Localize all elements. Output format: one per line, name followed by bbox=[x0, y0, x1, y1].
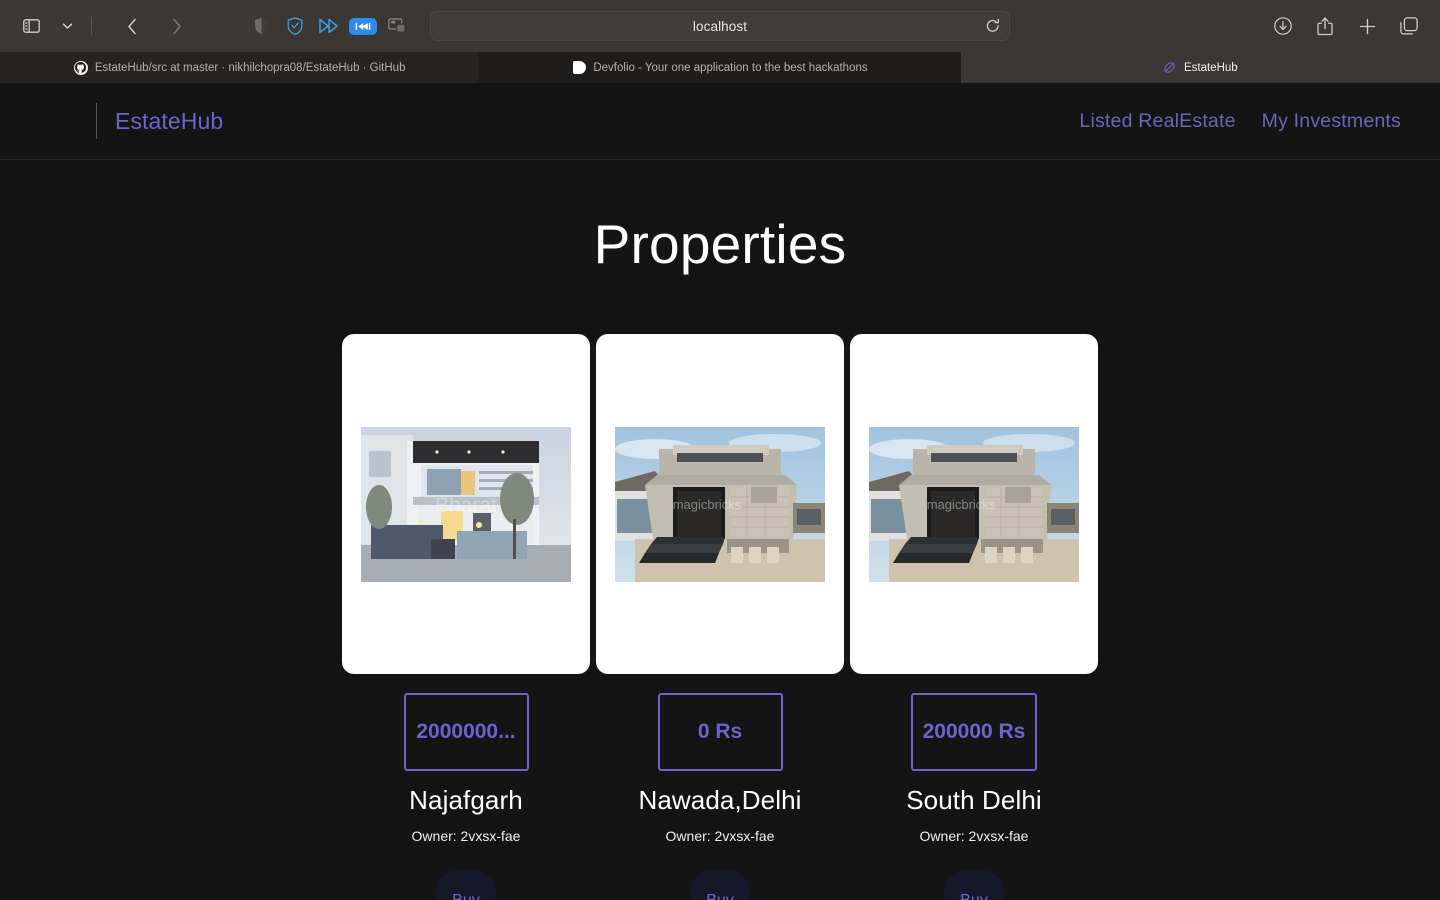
svg-text:magicbricks: magicbricks bbox=[927, 497, 996, 512]
sidebar-icon[interactable] bbox=[14, 11, 48, 41]
properties-list: Bharat 2000000... Najafgarh Owner: 2vxsx… bbox=[0, 334, 1440, 900]
browser-tab[interactable]: EstateHub/src at master · nikhilchopra08… bbox=[0, 52, 481, 83]
buy-button[interactable]: Buy bbox=[944, 870, 1004, 900]
property-image-card[interactable]: magicbricks bbox=[850, 334, 1098, 674]
property-price-box[interactable]: 0 Rs bbox=[657, 693, 783, 771]
brand-logo[interactable]: EstateHub bbox=[96, 103, 223, 139]
address-bar[interactable]: localhost bbox=[430, 11, 1010, 41]
property-owner: Owner: 2vxsx-fae bbox=[665, 828, 775, 844]
brand-name: EstateHub bbox=[115, 107, 224, 134]
toolbar-extensions-group bbox=[246, 13, 412, 39]
share-icon[interactable] bbox=[1308, 11, 1342, 41]
property-price-box[interactable]: 200000 Rs bbox=[910, 693, 1038, 771]
property-photo: magicbricks bbox=[615, 426, 825, 582]
property-title: South Delhi bbox=[906, 785, 1042, 815]
site-navbar: EstateHub Listed RealEstate My Investmen… bbox=[0, 83, 1440, 160]
browser-toolbar: localhost bbox=[0, 0, 1440, 52]
property-image-card[interactable]: magicbricks bbox=[596, 334, 844, 674]
property-price: 200000 Rs bbox=[922, 720, 1026, 743]
reload-icon[interactable] bbox=[986, 18, 1000, 34]
tab-overview-icon[interactable] bbox=[1392, 11, 1426, 41]
github-icon bbox=[73, 60, 88, 75]
property-card: magicbricks 0 Rs Nawada,Delhi Owner: 2vx… bbox=[596, 334, 844, 900]
property-price: 2000000... bbox=[416, 720, 516, 743]
page-content: EstateHub Listed RealEstate My Investmen… bbox=[0, 83, 1440, 900]
address-bar-text: localhost bbox=[692, 18, 748, 34]
video-speed-pill-icon[interactable] bbox=[348, 13, 378, 39]
downloads-icon[interactable] bbox=[1266, 11, 1300, 41]
tab-title: Devfolio - Your one application to the b… bbox=[593, 61, 868, 74]
property-card: magicbricks 200000 Rs South Delhi Owner:… bbox=[850, 334, 1098, 900]
toolbar-left-group bbox=[14, 11, 193, 41]
property-owner: Owner: 2vxsx-fae bbox=[919, 828, 1029, 844]
buy-button[interactable]: Buy bbox=[436, 870, 496, 900]
nav-link-listed-realestate[interactable]: Listed RealEstate bbox=[1079, 110, 1235, 133]
chevron-right-icon[interactable] bbox=[159, 11, 193, 41]
plus-icon[interactable] bbox=[1350, 11, 1384, 41]
adguard-shield-check-icon[interactable] bbox=[280, 13, 310, 39]
property-image-card[interactable]: Bharat bbox=[342, 334, 590, 674]
property-photo: Bharat bbox=[361, 426, 571, 582]
tab-strip: EstateHub/src at master · nikhilchopra08… bbox=[0, 52, 1440, 83]
browser-tab-active[interactable]: EstateHub bbox=[960, 52, 1440, 83]
picture-in-picture-icon[interactable] bbox=[382, 13, 412, 39]
property-owner: Owner: 2vxsx-fae bbox=[411, 828, 521, 844]
svg-text:Bharat: Bharat bbox=[435, 494, 497, 517]
tab-title: EstateHub bbox=[1183, 61, 1238, 74]
property-card: Bharat 2000000... Najafgarh Owner: 2vxsx… bbox=[342, 334, 590, 900]
toolbar-right-group bbox=[1266, 11, 1426, 41]
shield-half-icon[interactable] bbox=[246, 13, 276, 39]
property-price-box[interactable]: 2000000... bbox=[403, 693, 529, 771]
property-title: Najafgarh bbox=[409, 785, 523, 815]
buy-button[interactable]: Buy bbox=[690, 870, 750, 900]
fast-forward-icon[interactable] bbox=[314, 13, 344, 39]
nav-links: Listed RealEstate My Investments bbox=[1079, 110, 1412, 133]
property-title: Nawada,Delhi bbox=[638, 785, 802, 815]
property-photo: magicbricks bbox=[869, 426, 1079, 582]
svg-text:magicbricks: magicbricks bbox=[673, 497, 742, 512]
browser-tab[interactable]: Devfolio - Your one application to the b… bbox=[480, 52, 961, 83]
page-title: Properties bbox=[593, 213, 847, 275]
devfolio-icon bbox=[572, 61, 586, 75]
nav-link-my-investments[interactable]: My Investments bbox=[1262, 110, 1401, 133]
property-price: 0 Rs bbox=[697, 720, 743, 743]
toolbar-divider bbox=[91, 17, 92, 35]
browser-chrome: localhost EstateHub/src at master · nikh… bbox=[0, 0, 1440, 83]
chevron-down-icon[interactable] bbox=[50, 11, 84, 41]
chevron-left-icon[interactable] bbox=[115, 11, 149, 41]
tab-title: EstateHub/src at master · nikhilchopra08… bbox=[94, 61, 406, 74]
estatehub-leaf-icon bbox=[1163, 61, 1177, 75]
